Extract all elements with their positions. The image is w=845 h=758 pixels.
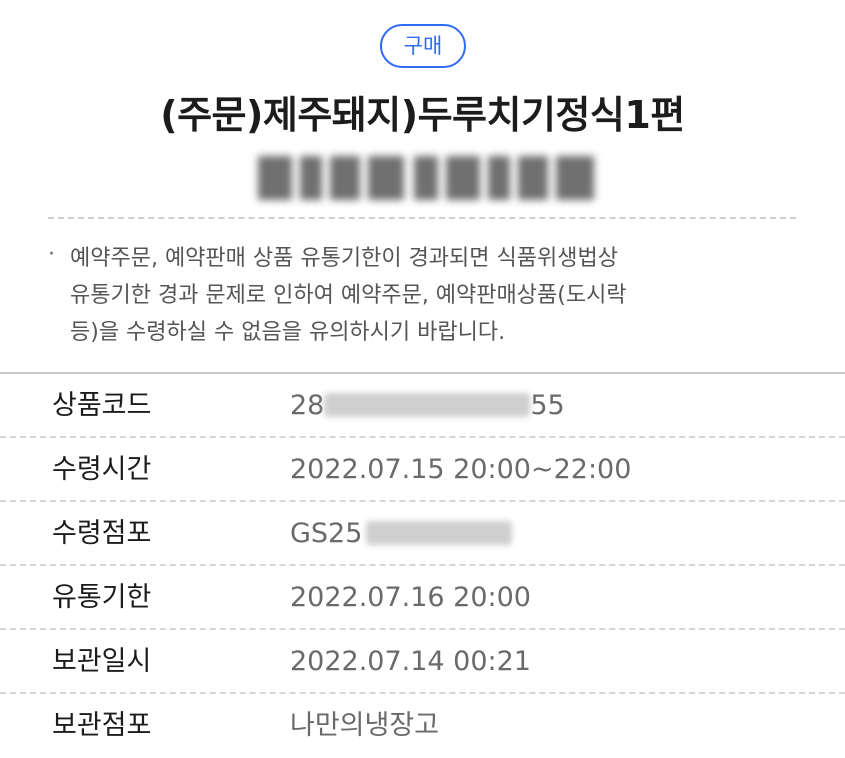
notice: · 예약주문, 예약판매 상품 유통기한이 경과되면 식품위생법상 유통기한 경… (48, 240, 808, 351)
purchase-badge: 구매 (380, 24, 466, 68)
stored-at-value: 2022.07.14 00:21 (290, 646, 531, 677)
notice-text: 예약주문, 예약판매 상품 유통기한이 경과되면 식품위생법상 유통기한 경과 … (70, 246, 627, 345)
order-details: 상품코드 28 55 수령시간 2022.07.15 20:00~22:00 수령… (0, 372, 845, 758)
detail-row-pickup-store: 수령점포 GS25 (0, 502, 845, 566)
redacted-store-name (366, 520, 513, 545)
stored-at-label: 보관일시 (52, 646, 152, 677)
notice-bullet: · (48, 242, 55, 267)
storage-store-label: 보관점포 (52, 710, 152, 741)
product-code-value: 28 55 (290, 374, 565, 438)
product-title: (주문)제주돼지)두루치기정식1편 (160, 93, 685, 137)
pickup-time-value: 2022.07.15 20:00~22:00 (290, 454, 632, 485)
product-code-start: 28 (290, 390, 325, 421)
pickup-store-prefix: GS25 (290, 518, 363, 549)
pickup-store-label: 수령점포 (52, 518, 152, 549)
expiry-label: 유통기한 (52, 582, 152, 613)
product-code-end: 55 (530, 390, 565, 421)
redacted-code (324, 392, 531, 417)
product-code-label: 상품코드 (52, 390, 152, 421)
blurred-barcode-number (250, 152, 604, 204)
pickup-time-label: 수령시간 (52, 454, 152, 485)
detail-row-storage-store: 보관점포 나만의냉장고 (0, 694, 845, 758)
detail-row-expiry: 유통기한 2022.07.16 20:00 (0, 566, 845, 630)
product-header: 구매 (주문)제주돼지)두루치기정식1편 · 예약주문, 예약판매 상품 유통기… (0, 0, 845, 372)
detail-row-pickup-time: 수령시간 2022.07.15 20:00~22:00 (0, 438, 845, 502)
expiry-value: 2022.07.16 20:00 (290, 582, 531, 613)
storage-store-value: 나만의냉장고 (290, 710, 440, 741)
detail-row-stored-at: 보관일시 2022.07.14 00:21 (0, 630, 845, 694)
detail-row-product-code: 상품코드 28 55 (0, 374, 845, 438)
pickup-store-value: GS25 (290, 502, 513, 566)
divider (48, 217, 796, 219)
